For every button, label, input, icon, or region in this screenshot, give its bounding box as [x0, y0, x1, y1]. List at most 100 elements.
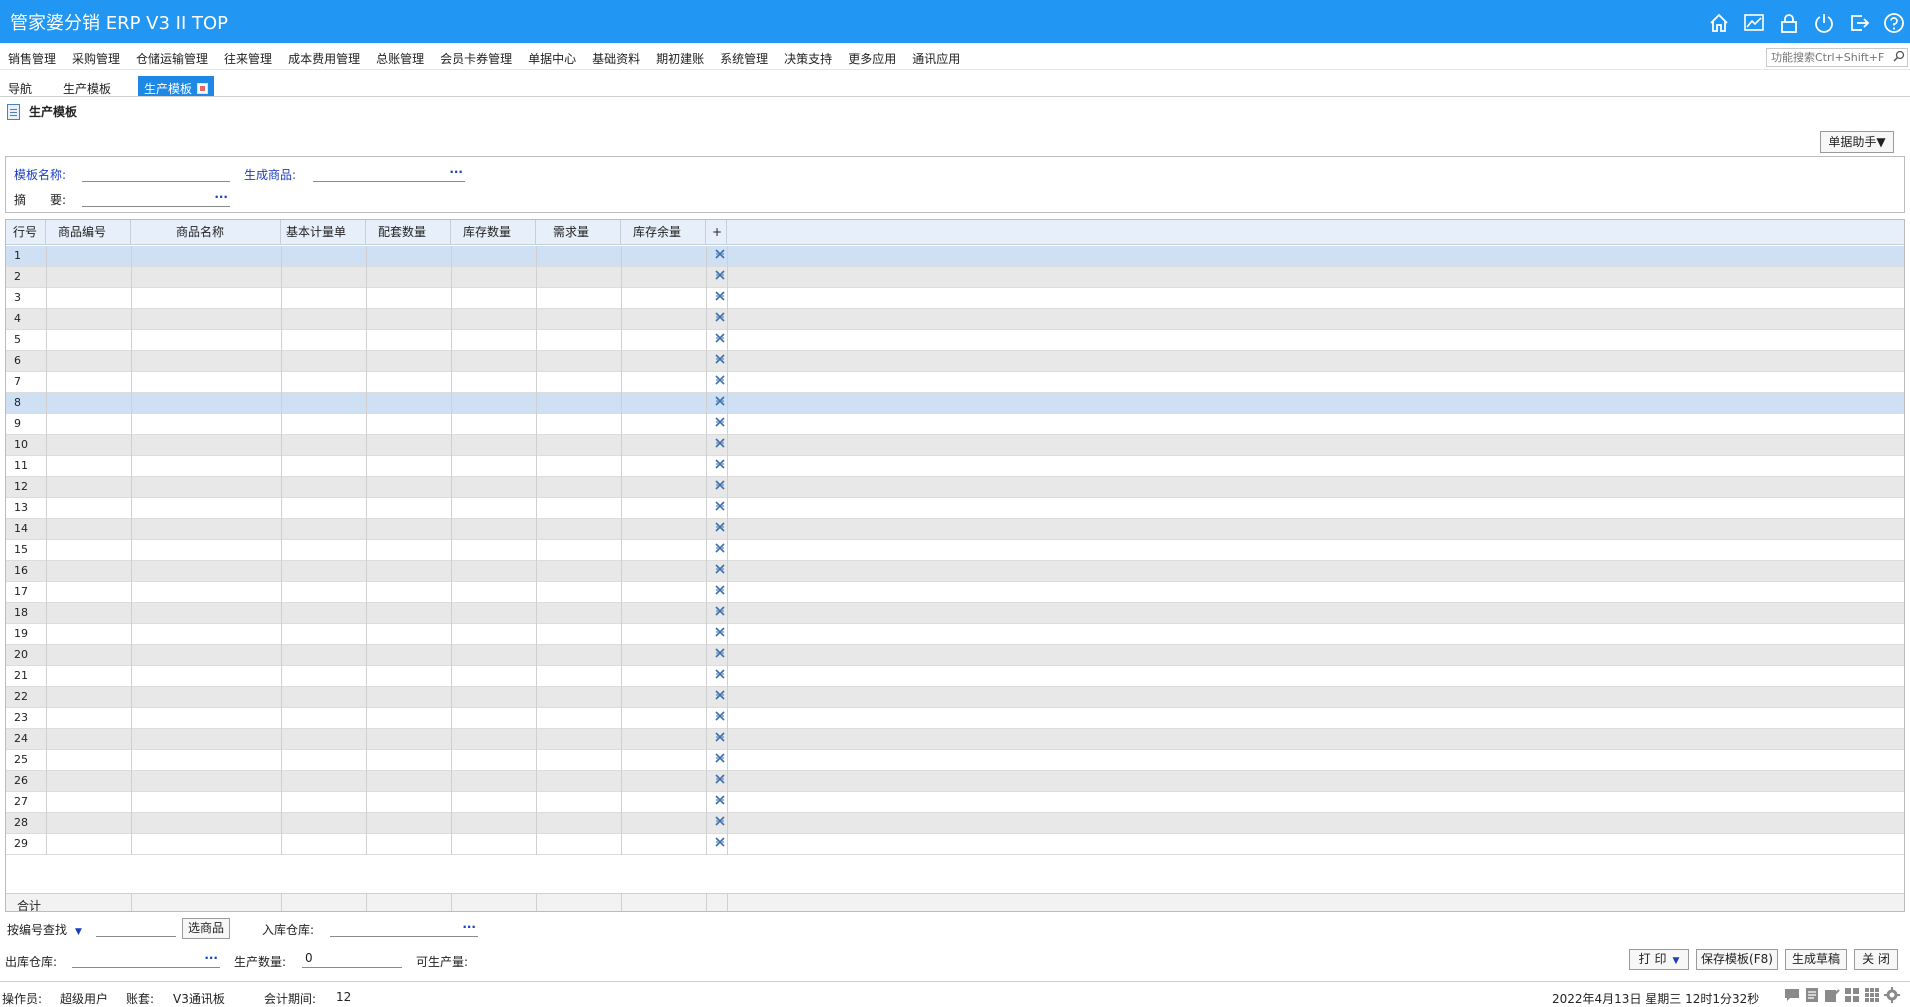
delete-row-icon[interactable]	[715, 752, 725, 766]
settings-icon[interactable]	[1884, 987, 1900, 1003]
delete-row-icon[interactable]	[715, 416, 725, 430]
menu-member-card[interactable]: 会员卡券管理	[440, 50, 512, 67]
table-row[interactable]: 10	[6, 435, 1904, 456]
delete-row-icon[interactable]	[715, 374, 725, 388]
table-row[interactable]: 14	[6, 519, 1904, 540]
add-column-button[interactable]: +	[706, 220, 727, 245]
delete-row-icon[interactable]	[715, 521, 725, 535]
lock-icon[interactable]	[1776, 10, 1801, 35]
function-search-input[interactable]	[1767, 49, 1887, 66]
table-row[interactable]: 28	[6, 813, 1904, 834]
delete-row-icon[interactable]	[715, 689, 725, 703]
col-demand[interactable]: 需求量	[536, 220, 621, 245]
col-stock-qty[interactable]: 库存数量	[451, 220, 536, 245]
ellipsis-icon[interactable]: ···	[204, 951, 218, 965]
table-row[interactable]: 6	[6, 351, 1904, 372]
delete-row-icon[interactable]	[715, 605, 725, 619]
col-product-code[interactable]: 商品编号	[46, 220, 131, 245]
menu-contacts[interactable]: 往来管理	[224, 50, 272, 67]
table-row[interactable]: 3	[6, 288, 1904, 309]
delete-row-icon[interactable]	[715, 710, 725, 724]
delete-row-icon[interactable]	[715, 668, 725, 682]
table-row[interactable]: 17	[6, 582, 1904, 603]
save-template-button[interactable]: 保存模板(F8)	[1696, 949, 1778, 970]
summary-field[interactable]: ···	[82, 190, 230, 207]
delete-row-icon[interactable]	[715, 815, 725, 829]
table-row[interactable]: 11	[6, 456, 1904, 477]
col-kit-qty[interactable]: 配套数量	[366, 220, 451, 245]
table-row[interactable]: 2	[6, 267, 1904, 288]
menu-warehouse[interactable]: 仓储运输管理	[136, 50, 208, 67]
chart-icon[interactable]	[1741, 10, 1766, 35]
delete-row-icon[interactable]	[715, 584, 725, 598]
menu-opening[interactable]: 期初建账	[656, 50, 704, 67]
menu-basic-data[interactable]: 基础资料	[592, 50, 640, 67]
select-product-button[interactable]: 选商品	[182, 918, 230, 939]
dropdown-arrow-icon[interactable]: ▼	[75, 927, 82, 937]
edit-icon[interactable]	[1824, 987, 1840, 1003]
delete-row-icon[interactable]	[715, 731, 725, 745]
menu-decision[interactable]: 决策支持	[784, 50, 832, 67]
home-icon[interactable]	[1706, 10, 1731, 35]
ellipsis-icon[interactable]: ···	[214, 190, 228, 204]
menu-more-apps[interactable]: 更多应用	[848, 50, 896, 67]
delete-row-icon[interactable]	[715, 542, 725, 556]
exit-icon[interactable]	[1846, 10, 1871, 35]
delete-row-icon[interactable]	[715, 290, 725, 304]
production-qty-field[interactable]: 0	[302, 951, 402, 968]
table-row[interactable]: 4	[6, 309, 1904, 330]
table-row[interactable]: 25	[6, 750, 1904, 771]
menu-comm-apps[interactable]: 通讯应用	[912, 50, 960, 67]
delete-row-icon[interactable]	[715, 248, 725, 262]
notes-icon[interactable]	[1804, 987, 1820, 1003]
generate-draft-button[interactable]: 生成草稿	[1785, 949, 1847, 970]
tab-navigation[interactable]: 导航	[2, 76, 38, 96]
table-row[interactable]: 19	[6, 624, 1904, 645]
table-row[interactable]: 24	[6, 729, 1904, 750]
delete-row-icon[interactable]	[715, 563, 725, 577]
delete-row-icon[interactable]	[715, 332, 725, 346]
search-code-input[interactable]	[96, 920, 176, 937]
table-row[interactable]: 22	[6, 687, 1904, 708]
help-icon[interactable]	[1881, 10, 1906, 35]
document-helper-button[interactable]: 单据助手▼	[1820, 131, 1894, 153]
table-row[interactable]: 5	[6, 330, 1904, 351]
menu-sales[interactable]: 销售管理	[8, 50, 56, 67]
message-icon[interactable]	[1784, 987, 1800, 1003]
menu-system[interactable]: 系统管理	[720, 50, 768, 67]
table-row[interactable]: 27	[6, 792, 1904, 813]
menu-purchase[interactable]: 采购管理	[72, 50, 120, 67]
table-row[interactable]: 29	[6, 834, 1904, 855]
tab-production-template-active[interactable]: 生产模板	[138, 76, 215, 96]
menu-document-center[interactable]: 单据中心	[528, 50, 576, 67]
table-row[interactable]: 15	[6, 540, 1904, 561]
delete-row-icon[interactable]	[715, 437, 725, 451]
ellipsis-icon[interactable]: ···	[449, 165, 463, 179]
table-row[interactable]: 26	[6, 771, 1904, 792]
delete-row-icon[interactable]	[715, 311, 725, 325]
table-row[interactable]: 18	[6, 603, 1904, 624]
grid-icon[interactable]	[1844, 987, 1860, 1003]
delete-row-icon[interactable]	[715, 626, 725, 640]
delete-row-icon[interactable]	[715, 353, 725, 367]
delete-row-icon[interactable]	[715, 773, 725, 787]
search-icon[interactable]	[1893, 50, 1905, 65]
in-warehouse-field[interactable]: ···	[330, 920, 478, 937]
delete-row-icon[interactable]	[715, 794, 725, 808]
search-mode-select[interactable]: 按编号查找 ▼	[7, 921, 82, 938]
delete-row-icon[interactable]	[715, 395, 725, 409]
delete-row-icon[interactable]	[715, 269, 725, 283]
delete-row-icon[interactable]	[715, 500, 725, 514]
delete-row-icon[interactable]	[715, 479, 725, 493]
table-row[interactable]: 16	[6, 561, 1904, 582]
close-tab-icon[interactable]	[197, 83, 209, 94]
table-row[interactable]: 9	[6, 414, 1904, 435]
apps-icon[interactable]	[1864, 987, 1880, 1003]
table-row[interactable]: 1	[6, 246, 1904, 267]
table-row[interactable]: 12	[6, 477, 1904, 498]
dropdown-arrow-icon[interactable]: ▼	[1672, 956, 1679, 966]
delete-row-icon[interactable]	[715, 458, 725, 472]
power-icon[interactable]	[1811, 10, 1836, 35]
delete-row-icon[interactable]	[715, 647, 725, 661]
ellipsis-icon[interactable]: ···	[462, 920, 476, 934]
